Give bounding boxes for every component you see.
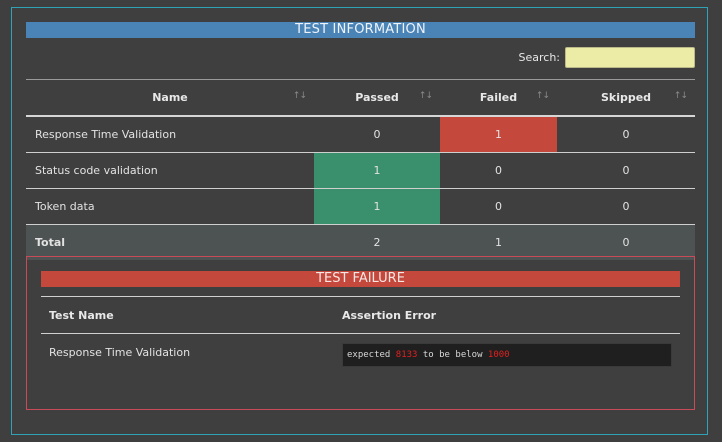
failed-cell: 1 (440, 116, 557, 153)
table-row: Token data 1 0 0 (26, 188, 695, 225)
failure-row: Response Time Validation expected 8133 t… (41, 334, 680, 369)
test-name-cell: Token data (26, 188, 314, 225)
column-header-test-name: Test Name (41, 296, 334, 334)
test-name-cell: Response Time Validation (26, 116, 314, 153)
passed-cell: 1 (314, 188, 440, 225)
test-failure-title: TEST FAILURE (41, 271, 680, 287)
skipped-cell: 0 (557, 188, 695, 225)
passed-cell: 0 (314, 116, 440, 153)
error-middle: to be below (417, 350, 488, 360)
total-row: Total 2 1 0 (26, 224, 695, 260)
test-information-title: TEST INFORMATION (26, 22, 695, 38)
failed-cell: 0 (440, 152, 557, 189)
search-label: Search: (518, 51, 561, 64)
search-input[interactable] (565, 47, 695, 68)
sort-icon[interactable]: ↑↓ (293, 91, 307, 101)
sort-icon[interactable]: ↑↓ (419, 91, 433, 101)
test-failure-table: Test Name Assertion Error Response Time … (41, 296, 680, 368)
error-prefix: expected (347, 350, 396, 360)
column-header-name[interactable]: Name ↑↓ (26, 79, 314, 117)
test-information-table: Name ↑↓ Passed ↑↓ Failed ↑↓ Skipped ↑↓ Respo… (26, 79, 695, 260)
table-header-row: Name ↑↓ Passed ↑↓ Failed ↑↓ Skipped ↑↓ (26, 79, 695, 117)
table-row: Response Time Validation 0 1 0 (26, 116, 695, 153)
assertion-error-cell: expected 8133 to be below 1000 (334, 334, 680, 369)
column-header-passed[interactable]: Passed ↑↓ (314, 79, 440, 117)
failure-header-row: Test Name Assertion Error (41, 296, 680, 334)
sort-icon[interactable]: ↑↓ (536, 91, 550, 101)
column-header-label: Passed (355, 91, 399, 104)
skipped-cell: 0 (557, 152, 695, 189)
total-skipped: 0 (557, 224, 695, 260)
skipped-cell: 0 (557, 116, 695, 153)
test-name-cell: Status code validation (26, 152, 314, 189)
error-expected-value: 1000 (487, 350, 510, 360)
sort-icon[interactable]: ↑↓ (674, 91, 688, 101)
column-header-skipped[interactable]: Skipped ↑↓ (557, 79, 695, 117)
assertion-error-message: expected 8133 to be below 1000 (342, 343, 672, 367)
table-row: Status code validation 1 0 0 (26, 152, 695, 189)
failed-cell: 0 (440, 188, 557, 225)
error-actual-value: 8133 (395, 350, 418, 360)
passed-cell: 1 (314, 152, 440, 189)
column-header-assertion-error: Assertion Error (334, 296, 680, 334)
column-header-label: Failed (479, 91, 518, 104)
column-header-label: Skipped (600, 91, 652, 104)
column-header-label: Name (152, 91, 188, 104)
column-header-failed[interactable]: Failed ↑↓ (440, 79, 557, 117)
total-label: Total (26, 224, 314, 260)
total-failed: 1 (440, 224, 557, 260)
total-passed: 2 (314, 224, 440, 260)
failed-test-name: Response Time Validation (49, 346, 191, 359)
